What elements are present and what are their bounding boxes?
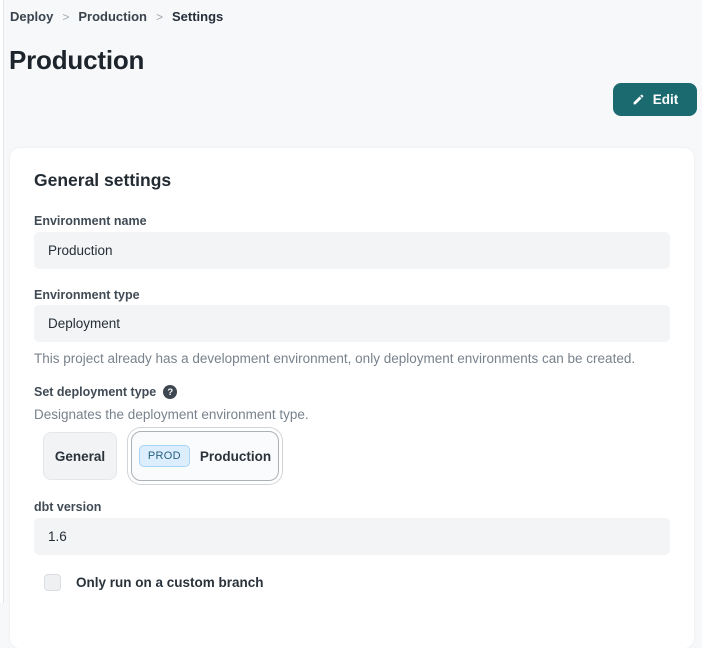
general-settings-card: General settings Environment name Produc…: [10, 148, 694, 648]
environment-type-field[interactable]: Deployment: [34, 305, 670, 342]
environment-name-label: Environment name: [34, 214, 147, 228]
sidebar-edge: [0, 0, 4, 603]
deployment-type-option-production[interactable]: PROD Production: [131, 431, 279, 481]
breadcrumb-separator-icon: >: [62, 10, 69, 24]
environment-type-label: Environment type: [34, 288, 140, 302]
environment-type-helper: This project already has a development e…: [34, 351, 635, 366]
deployment-type-label: Set deployment type: [34, 385, 156, 399]
pencil-icon: [632, 93, 645, 106]
option-production-label: Production: [200, 449, 271, 464]
dbt-version-field[interactable]: 1.6: [34, 518, 670, 555]
edit-button[interactable]: Edit: [613, 83, 697, 116]
option-general-label: General: [55, 449, 105, 464]
dbt-version-value: 1.6: [48, 529, 67, 544]
breadcrumb-item-production[interactable]: Production: [78, 9, 147, 24]
deployment-type-description: Designates the deployment environment ty…: [34, 407, 309, 422]
page-title: Production: [9, 45, 144, 76]
environment-name-field[interactable]: Production: [34, 232, 670, 269]
environment-name-value: Production: [48, 243, 113, 258]
deployment-type-options: General PROD Production: [43, 431, 279, 481]
deployment-type-option-general[interactable]: General: [43, 432, 117, 480]
help-icon[interactable]: ?: [163, 385, 177, 399]
card-heading: General settings: [34, 170, 171, 191]
custom-branch-checkbox[interactable]: [44, 574, 61, 591]
breadcrumb-separator-icon: >: [156, 10, 163, 24]
edit-button-label: Edit: [653, 92, 679, 107]
breadcrumb: Deploy > Production > Settings: [10, 9, 223, 24]
environment-type-value: Deployment: [48, 316, 120, 331]
deployment-type-label-row: Set deployment type ?: [34, 385, 177, 399]
custom-branch-row: Only run on a custom branch: [44, 574, 264, 591]
custom-branch-label: Only run on a custom branch: [76, 575, 264, 590]
dbt-version-label: dbt version: [34, 500, 101, 514]
breadcrumb-item-settings[interactable]: Settings: [172, 9, 223, 24]
breadcrumb-item-deploy[interactable]: Deploy: [10, 9, 53, 24]
prod-badge: PROD: [139, 445, 190, 467]
